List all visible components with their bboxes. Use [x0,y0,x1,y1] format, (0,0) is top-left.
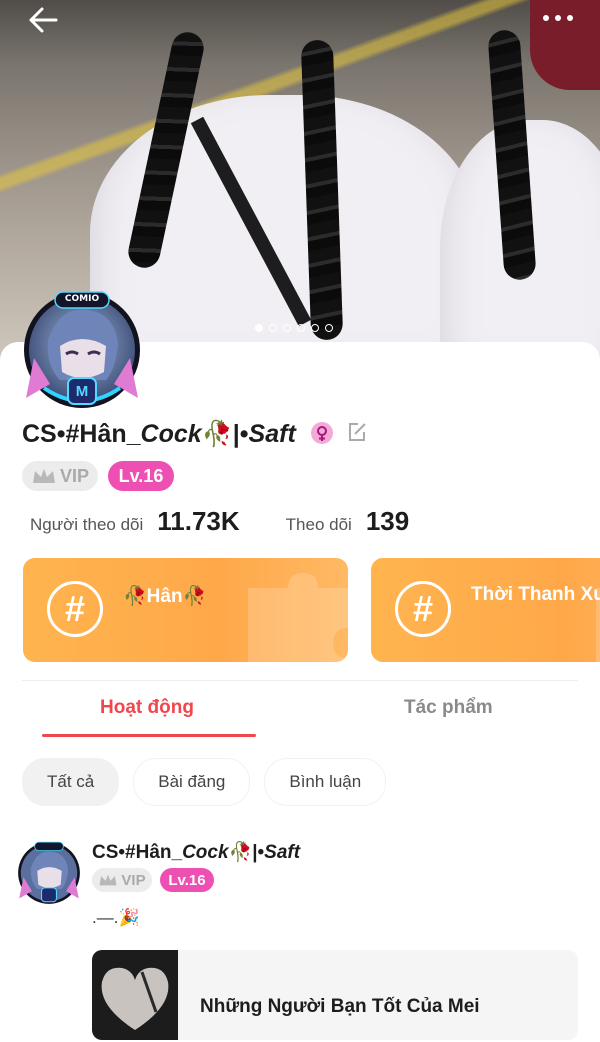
pager-dot[interactable] [311,324,319,332]
cover-pager[interactable] [255,324,333,332]
post-author-badges: VIP Lv.16 [92,868,214,892]
username-part: 🥀|• [201,420,249,448]
profile-badges: VIP Lv.16 [22,461,174,491]
groups-carousel[interactable]: # 🥀Hân🥀 # Thời Thanh Xuân [23,558,600,664]
top-bar [0,0,600,40]
avatar-image [18,841,80,904]
filter-posts[interactable]: Bài đăng [133,758,251,806]
hashtag-icon: # [47,581,103,637]
pager-dot[interactable] [269,324,277,332]
puzzle-decoration [596,588,600,662]
profile-stats: Người theo dõi 11.73K Theo dõi 139 [30,506,409,537]
puzzle-decoration [248,573,348,662]
level-label: Lv.16 [118,465,164,486]
filter-all[interactable]: Tất cả [22,758,120,806]
level-badge[interactable]: Lv.16 [108,461,174,491]
followers-count[interactable]: 11.73K [157,506,239,537]
group-card[interactable]: # 🥀Hân🥀 [23,558,348,662]
shared-work-thumbnail [92,950,178,1040]
hashtag-icon: # [395,581,451,637]
crown-icon [99,874,117,886]
pager-dot[interactable] [297,324,305,332]
more-horizontal-icon[interactable] [540,6,576,30]
post-author-avatar[interactable] [16,840,82,906]
avatar-badge-text: COMIO [64,294,100,304]
tab-activity[interactable]: Hoạt động [100,697,194,719]
username-part: Cock [140,420,202,448]
female-icon [310,422,333,445]
post-text: .—.🎉 [92,908,140,927]
avatar-letter: M [75,383,89,400]
author-part: CS•#Hân_ [92,842,183,863]
following-count[interactable]: 139 [366,506,409,537]
author-part: 🥀|• [228,842,265,863]
tab-indicator [42,734,256,737]
profile-username: CS•#Hân_Cock🥀|•Saft [22,420,368,449]
author-part: Saft [264,842,301,863]
vip-badge[interactable]: VIP [22,461,98,491]
pager-dot[interactable] [283,324,291,332]
level-label: Lv.16 [168,871,206,889]
divider [22,680,578,681]
pager-dot[interactable] [325,324,333,332]
avatar[interactable]: COMIO M [20,288,144,412]
following-label[interactable]: Theo dõi [286,515,352,535]
author-part: Cock [182,842,229,863]
group-card[interactable]: # Thời Thanh Xuân [371,558,600,662]
username-part: Saft [248,420,296,448]
edit-icon[interactable] [346,421,368,443]
filter-comments[interactable]: Bình luận [264,758,387,806]
level-badge: Lv.16 [160,868,214,892]
group-name: 🥀Hân🥀 [123,586,207,607]
pager-dot[interactable] [255,324,263,332]
tab-works[interactable]: Tác phẩm [404,697,493,719]
vip-label: VIP [59,465,89,486]
shared-work-card[interactable]: Những Người Bạn Tốt Của Mei [92,950,578,1040]
followers-label[interactable]: Người theo dõi [30,515,143,535]
username-part: CS•#Hân_ [22,420,141,448]
crown-icon [32,469,55,483]
post-author-name[interactable]: CS•#Hân_Cock🥀|•Saft [92,840,300,864]
shared-work-title: Những Người Bạn Tốt Của Mei [200,996,480,1017]
vip-label: VIP [121,871,146,889]
filter-chips: Tất cả Bài đăng Bình luận [22,758,387,806]
vip-badge: VIP [92,868,152,892]
arrow-left-icon[interactable] [28,6,58,34]
group-name: Thời Thanh Xuân [471,584,600,605]
